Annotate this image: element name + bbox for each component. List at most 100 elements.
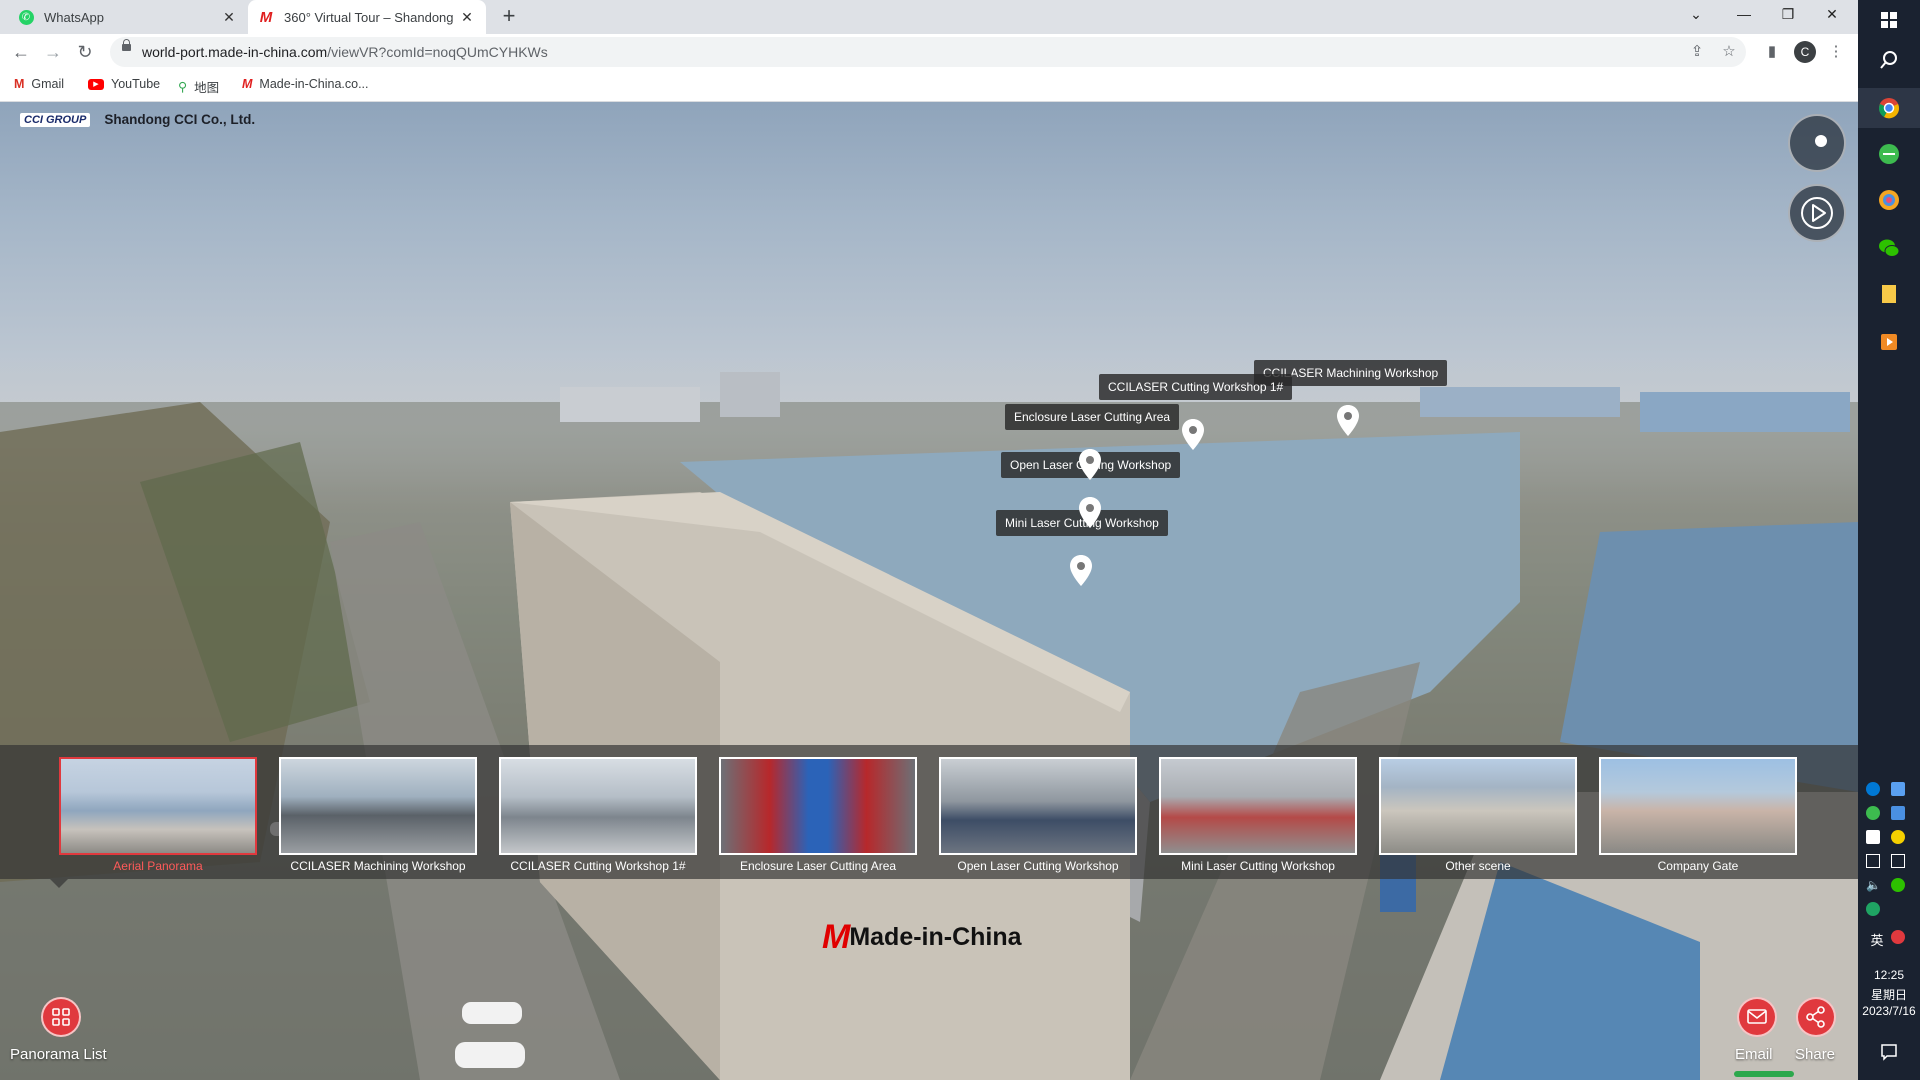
tab-title: WhatsApp: [44, 9, 104, 25]
location-pin-icon[interactable]: [1180, 418, 1206, 452]
share-button[interactable]: [1796, 997, 1836, 1037]
scene-thumb-enclosure-area[interactable]: [719, 757, 917, 855]
clock-date[interactable]: 2023/7/16: [1858, 1004, 1920, 1018]
scene-thumbnail-image: [1161, 759, 1355, 853]
close-tab-icon[interactable]: ✕: [458, 9, 476, 26]
color-picker-icon[interactable]: [1877, 188, 1901, 212]
tray-360-icon[interactable]: [1866, 806, 1880, 820]
scene-label[interactable]: CCILASER Machining Workshop: [268, 859, 488, 873]
network-icon[interactable]: [1866, 854, 1880, 868]
side-panel-icon[interactable]: ▮: [1762, 42, 1782, 62]
autoplay-button[interactable]: [1788, 184, 1846, 242]
scene-thumb-company-gate[interactable]: [1599, 757, 1797, 855]
envelope-icon: [1747, 1009, 1767, 1024]
bookmark-maps[interactable]: ⚲ 地图: [178, 77, 219, 96]
scene-thumb-other-scene[interactable]: [1379, 757, 1577, 855]
sticky-notes-icon[interactable]: [1877, 282, 1901, 306]
notification-center-icon[interactable]: [1877, 1040, 1901, 1064]
clock-time[interactable]: 12:25: [1858, 968, 1920, 982]
tab-search-icon[interactable]: ⌄: [1674, 0, 1718, 30]
close-window-button[interactable]: ✕: [1810, 0, 1854, 30]
scene-label[interactable]: Company Gate: [1588, 859, 1808, 873]
grid-icon: [52, 1008, 70, 1026]
scene-label[interactable]: Other scene: [1368, 859, 1588, 873]
volume-icon[interactable]: 🔈: [1866, 878, 1881, 892]
tray-app-icon[interactable]: [1866, 830, 1880, 844]
scene-label[interactable]: Enclosure Laser Cutting Area: [708, 859, 928, 873]
tray-app-icon[interactable]: [1891, 782, 1905, 796]
scene-thumbnail-image: [941, 759, 1135, 853]
forward-icon[interactable]: →: [41, 40, 65, 64]
scene-thumbnail-strip: Aerial Panorama CCILASER Machining Works…: [0, 745, 1858, 879]
hotspot-label-cutting-workshop-1[interactable]: CCILASER Cutting Workshop 1#: [1099, 374, 1293, 400]
lock-icon[interactable]: [122, 39, 131, 51]
maps-pin-icon: ⚲: [178, 80, 188, 94]
location-pin-icon[interactable]: [1077, 448, 1103, 482]
scene-thumb-machining-workshop[interactable]: [279, 757, 477, 855]
restore-button[interactable]: ❐: [1766, 0, 1810, 30]
bookmark-youtube[interactable]: ▶ YouTube: [88, 77, 160, 91]
play-icon: [1801, 197, 1833, 229]
view-mode-icon: [1815, 135, 1827, 147]
scene-thumb-aerial-panorama[interactable]: [59, 757, 257, 855]
browser-360-icon[interactable]: [1877, 142, 1901, 166]
share-page-icon[interactable]: ⇪: [1688, 43, 1706, 61]
address-bar[interactable]: world-port.made-in-china.com/viewVR?comI…: [110, 37, 1746, 67]
made-in-china-logo[interactable]: M Made-in-China: [822, 918, 1022, 957]
scene-label[interactable]: Aerial Panorama: [48, 859, 268, 873]
onedrive-icon[interactable]: [1866, 782, 1880, 796]
display-icon[interactable]: [1891, 854, 1905, 868]
search-icon[interactable]: [1877, 48, 1901, 72]
panorama-list-button[interactable]: [41, 997, 81, 1037]
chrome-icon[interactable]: [1877, 96, 1901, 120]
scene-label[interactable]: CCILASER Cutting Workshop 1#: [488, 859, 708, 873]
email-button[interactable]: [1737, 997, 1777, 1037]
share-icon: [1806, 1006, 1825, 1028]
profile-avatar[interactable]: C: [1794, 41, 1816, 63]
cci-group-logo: CCI GROUP: [20, 112, 91, 127]
location-pin-icon[interactable]: [1068, 554, 1094, 588]
media-player-icon[interactable]: [1877, 330, 1901, 354]
bookmark-made-in-china[interactable]: M Made-in-China.co...: [242, 77, 369, 91]
tray-app-icon[interactable]: [1891, 806, 1905, 820]
clock-weekday[interactable]: 星期日: [1858, 986, 1920, 1003]
email-label[interactable]: Email: [1735, 1046, 1773, 1063]
menu-kebab-icon[interactable]: ⋮: [1826, 42, 1846, 62]
share-label[interactable]: Share: [1795, 1046, 1835, 1063]
gmail-icon: M: [14, 77, 25, 91]
scene-thumbnail-image: [721, 759, 915, 853]
scene-thumb-cutting-workshop-1[interactable]: [499, 757, 697, 855]
back-icon[interactable]: ←: [9, 40, 33, 64]
strip-pointer-caret: [50, 879, 68, 888]
windows-taskbar: 🔈 英 12:25 星期日 2023/7/16: [1858, 0, 1920, 1080]
scene-thumb-mini-workshop[interactable]: [1159, 757, 1357, 855]
panorama-list-label[interactable]: Panorama List: [10, 1046, 107, 1063]
hotspot-label-enclosure-area[interactable]: Enclosure Laser Cutting Area: [1005, 404, 1180, 430]
bookmark-gmail[interactable]: M Gmail: [14, 77, 64, 91]
tab-whatsapp[interactable]: ✆ WhatsApp ✕: [8, 0, 248, 34]
scene-label[interactable]: Open Laser Cutting Workshop: [928, 859, 1148, 873]
bookmark-label: Made-in-China.co...: [259, 77, 369, 91]
wechat-tray-icon[interactable]: [1891, 878, 1905, 892]
loading-progress-bar: [1734, 1071, 1794, 1077]
scene-thumb-open-workshop[interactable]: [939, 757, 1137, 855]
location-pin-icon[interactable]: [1077, 496, 1103, 530]
location-pin-icon[interactable]: [1335, 404, 1361, 438]
scene-label[interactable]: Mini Laser Cutting Workshop: [1148, 859, 1368, 873]
minimize-button[interactable]: —: [1722, 0, 1766, 30]
new-tab-button[interactable]: +: [496, 4, 522, 30]
tray-app-icon[interactable]: [1891, 830, 1905, 844]
tab-virtual-tour[interactable]: M 360° Virtual Tour – Shandong ✕: [248, 0, 486, 34]
company-name: Shandong CCI Co., Ltd.: [104, 112, 256, 127]
wechat-icon[interactable]: [1877, 236, 1901, 260]
close-tab-icon[interactable]: ✕: [220, 9, 238, 26]
sogou-ime-icon[interactable]: [1891, 930, 1905, 944]
gyroscope-view-button[interactable]: [1788, 114, 1846, 172]
url-text[interactable]: world-port.made-in-china.com/viewVR?comI…: [142, 44, 548, 60]
scene-thumbnail-image: [281, 759, 475, 853]
youtube-icon: ▶: [88, 78, 104, 90]
tray-app-icon[interactable]: [1866, 902, 1880, 916]
reload-icon[interactable]: ↻: [73, 40, 97, 64]
bookmark-star-icon[interactable]: ☆: [1720, 43, 1738, 61]
windows-start-icon[interactable]: [1877, 8, 1901, 32]
